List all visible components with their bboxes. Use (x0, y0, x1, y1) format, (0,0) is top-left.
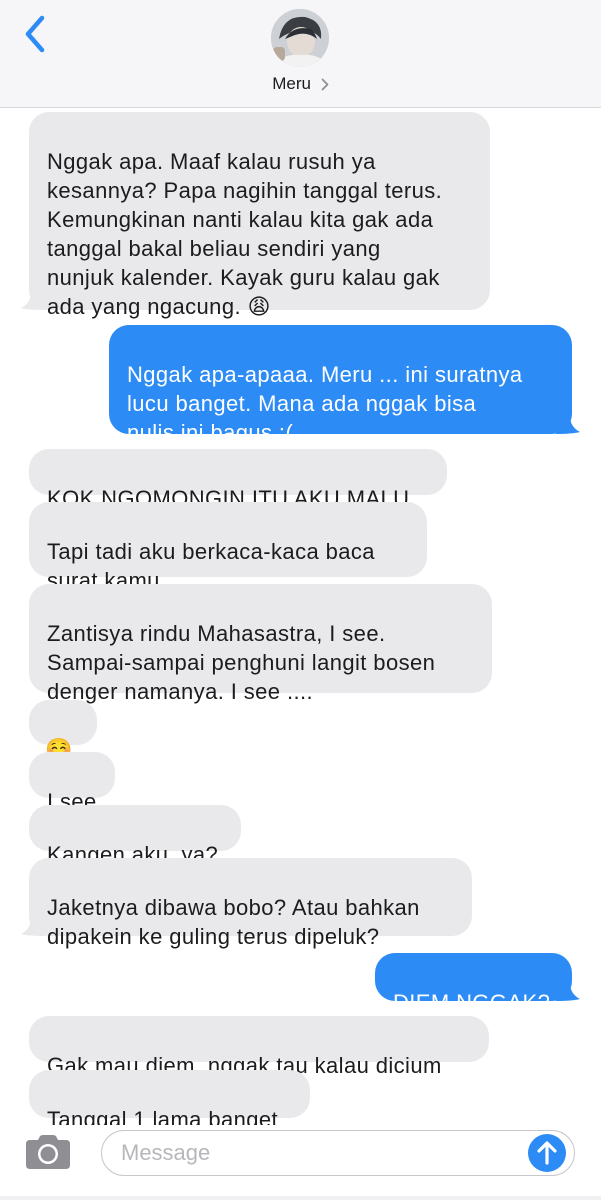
message-text: Nggak apa. Maaf kalau rusuh ya kesannya?… (47, 149, 443, 319)
incoming-message-bubble[interactable]: Tanggal 1 lama banget (29, 1070, 310, 1125)
home-indicator-strip (0, 1196, 601, 1200)
chevron-left-icon (25, 15, 45, 53)
contact-name-button[interactable]: Meru (0, 74, 601, 94)
message-text: Jaketnya dibawa bobo? Atau bahkan dipake… (47, 895, 420, 949)
contact-avatar[interactable] (271, 9, 329, 67)
arrow-up-icon (537, 1141, 557, 1165)
outgoing-message-bubble[interactable]: Nggak apa-apaaa. Meru ... ini suratnya l… (109, 325, 572, 445)
message-text: Zantisya rindu Mahasastra, I see. Sampai… (47, 621, 436, 704)
message-input[interactable] (101, 1130, 575, 1176)
incoming-message-bubble[interactable]: KOK NGOMONGIN ITU AKU MALU (29, 449, 447, 511)
incoming-message-bubble[interactable]: Nggak apa. Maaf kalau rusuh ya kesannya?… (29, 112, 490, 319)
incoming-message-bubble[interactable]: Kangen aku, ya? (29, 805, 241, 867)
message-text: Tanggal 1 lama banget (47, 1107, 279, 1125)
incoming-message-bubble[interactable]: Gak mau diem, nggak tau kalau dicium (29, 1016, 489, 1078)
composer-bar (0, 1125, 601, 1200)
message-list[interactable]: Nggak apa. Maaf kalau rusuh ya kesannya?… (0, 108, 601, 1125)
contact-name: Meru (272, 74, 311, 93)
outgoing-message-bubble[interactable]: DIEM NGGAK? (375, 953, 572, 1015)
incoming-message-bubble[interactable]: Tapi tadi aku berkaca-kaca baca surat ka… (29, 502, 427, 593)
bubble-tail (556, 977, 580, 1001)
incoming-message-bubble[interactable]: ☺️ (29, 700, 97, 762)
bubble-tail (556, 410, 580, 434)
message-text: Nggak apa-apaaa. Meru ... ini suratnya l… (127, 362, 523, 445)
incoming-message-bubble[interactable]: Jaketnya dibawa bobo? Atau bahkan dipake… (29, 858, 472, 949)
incoming-message-bubble[interactable]: I see (29, 752, 115, 814)
incoming-message-bubble[interactable]: Zantisya rindu Mahasastra, I see. Sampai… (29, 584, 492, 704)
bubble-tail (21, 286, 45, 310)
conversation-header: Meru (0, 0, 601, 108)
bubble-tail (21, 912, 45, 936)
chevron-right-icon (321, 78, 329, 91)
message-text: DIEM NGGAK? (393, 990, 551, 1015)
send-button[interactable] (528, 1134, 566, 1172)
camera-icon (26, 1135, 70, 1169)
back-button[interactable] (18, 12, 52, 56)
camera-button[interactable] (24, 1134, 72, 1170)
